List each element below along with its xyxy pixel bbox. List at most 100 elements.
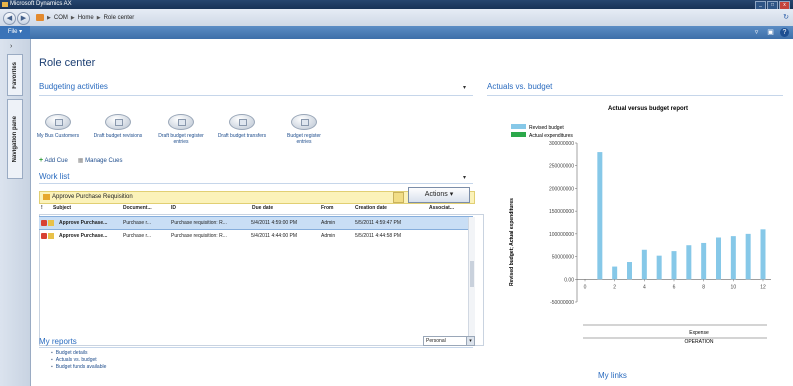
bar-revised-budget <box>671 251 677 280</box>
priority-icon <box>41 233 47 239</box>
chart-svg: Actual versus budget report Revised budg… <box>509 106 771 345</box>
reports-view-dropdown[interactable]: Personal ▾ <box>423 336 475 346</box>
bar-revised-budget <box>686 245 692 280</box>
refresh-icon[interactable]: ↻ <box>783 13 789 21</box>
actions-label: Actions <box>424 191 448 198</box>
window-title: Microsoft Dynamics AX <box>10 1 72 7</box>
add-cue-label: Add Cue <box>44 158 68 164</box>
cue-stack-icon <box>291 114 317 130</box>
ribbon-bar: File ▾ ▿ ▣ ? <box>0 26 793 39</box>
file-menu-button[interactable]: File ▾ <box>0 26 30 39</box>
navigation-pane-tab-label: Navigation pane <box>12 115 18 163</box>
cell-id: Purchase requisition: R... <box>171 233 227 239</box>
filter-icon[interactable]: ▿ <box>752 28 761 37</box>
my-reports-header: My reports <box>39 337 77 346</box>
y-axis-label: Revised budget; Actual expenditures <box>509 198 515 286</box>
legend-swatch-actual <box>511 132 526 137</box>
bar-revised-budget <box>701 242 707 280</box>
collapse-part-icon[interactable]: ▾ <box>463 174 466 181</box>
separator-icon: ▶ <box>96 14 101 21</box>
column-header[interactable]: Due date <box>252 205 273 211</box>
x-tick-label: 2 <box>613 284 616 290</box>
report-link[interactable]: Actuals vs. budget <box>51 357 106 364</box>
cue-tile[interactable]: My Bus Customers <box>33 114 83 139</box>
back-button[interactable]: ◀ <box>3 12 16 25</box>
plus-icon: + <box>39 157 44 164</box>
help-icon[interactable]: ? <box>780 28 789 37</box>
bar-revised-budget <box>656 255 662 280</box>
cell-due-date: 5/4/2011 4:44:00 PM <box>251 233 298 239</box>
x-tick-label: 0 <box>584 284 587 290</box>
y-tick-label: 0.00 <box>564 277 574 283</box>
navigation-pane-tab[interactable]: Navigation pane <box>7 99 23 179</box>
breadcrumb-home[interactable]: Home <box>78 15 94 21</box>
grid-icon: ▦ <box>77 158 84 164</box>
expand-pane-icon[interactable]: › <box>10 43 12 50</box>
column-header[interactable]: From <box>321 205 334 211</box>
filter-icon <box>43 194 50 200</box>
collapse-part-icon[interactable]: ▾ <box>463 84 466 91</box>
cue-tile[interactable]: Draft budget revisions <box>93 114 143 139</box>
x-group-label-operation: OPERATION <box>684 339 713 345</box>
actions-button[interactable]: Actions ▾ <box>408 187 470 203</box>
x-tick-label: 6 <box>673 284 676 290</box>
forward-button[interactable]: ▶ <box>17 12 30 25</box>
cue-stack-icon <box>168 114 194 130</box>
home-icon[interactable] <box>36 14 44 21</box>
report-link[interactable]: Budget funds available <box>51 364 107 371</box>
window-title-bar: Microsoft Dynamics AX _ □ x <box>0 0 793 10</box>
scrollbar-thumb[interactable] <box>470 261 474 287</box>
main-content: Role center Budgeting activities ▾ My Bu… <box>31 39 793 386</box>
cell-from: Admin <box>321 233 336 239</box>
cue-stack-icon <box>105 114 131 130</box>
add-cue-link[interactable]: + Add Cue <box>39 157 68 164</box>
window-icon[interactable]: ▣ <box>766 28 775 37</box>
manage-cues-link[interactable]: ▦ Manage Cues <box>78 157 123 164</box>
column-header[interactable]: Subject <box>53 205 71 211</box>
breadcrumb: ▶ COM ▶ Home ▶ Role center <box>36 13 134 22</box>
cue-tile[interactable]: Draft budget register entries <box>156 114 206 145</box>
column-header[interactable]: Document... <box>123 205 152 211</box>
column-header[interactable]: ID <box>171 205 176 211</box>
x-tick-label: 10 <box>731 284 737 290</box>
clear-filter-icon[interactable] <box>393 192 404 203</box>
legend-swatch-revised <box>511 124 526 129</box>
page-title: Role center <box>39 57 96 69</box>
cue-tile[interactable]: Budget register entries <box>279 114 329 145</box>
y-tick-label: 150000000 <box>549 209 574 215</box>
filter-text: Approve Purchase Requisition <box>52 194 133 200</box>
cell-subject: Approve Purchase... <box>59 220 108 226</box>
divider <box>39 95 473 96</box>
bar-revised-budget <box>641 249 647 280</box>
cell-creation-date: 5/5/2011 4:44:58 PM <box>355 233 402 239</box>
chart-title: Actual versus budget report <box>608 106 688 112</box>
y-tick-label: 250000000 <box>549 164 574 170</box>
chevron-down-icon: ▾ <box>466 337 474 345</box>
y-tick-label: 300000000 <box>549 141 574 147</box>
column-header[interactable]: Creation date <box>355 205 387 211</box>
actuals-chart: Actual versus budget report Revised budg… <box>503 96 793 356</box>
favorites-tab-label: Favorites <box>12 61 18 89</box>
cell-document: Purchase r... <box>123 233 152 239</box>
address-bar: ◀ ▶ ▶ COM ▶ Home ▶ Role center ↻ <box>0 9 793 26</box>
report-link[interactable]: Budget details <box>51 350 106 357</box>
budgeting-activities-header: Budgeting activities <box>39 82 108 91</box>
cell-subject: Approve Purchase... <box>59 233 108 239</box>
grid-scrollbar[interactable] <box>468 217 475 342</box>
cue-stack-icon <box>45 114 71 130</box>
cue-tile[interactable]: Draft budget transfers <box>217 114 267 139</box>
column-header[interactable]: ! <box>41 205 43 211</box>
bar-revised-budget <box>716 237 721 280</box>
y-tick-label: -50000000 <box>550 300 574 306</box>
breadcrumb-company[interactable]: COM <box>54 15 68 21</box>
x-tick-label: 12 <box>760 284 766 290</box>
column-header[interactable]: Associat... <box>429 205 454 211</box>
favorites-tab[interactable]: Favorites <box>7 54 23 96</box>
separator-icon: ▶ <box>47 14 51 21</box>
workflow-icon <box>48 220 54 226</box>
table-row[interactable]: Approve Purchase... Purchase r... Purcha… <box>39 230 473 242</box>
cue-label: Draft budget register entries <box>158 133 204 145</box>
breadcrumb-role-center[interactable]: Role center <box>104 15 135 21</box>
table-row[interactable]: Approve Purchase... Purchase r... Purcha… <box>39 216 473 230</box>
toolbar-icons: ▿ ▣ ? <box>752 28 789 37</box>
